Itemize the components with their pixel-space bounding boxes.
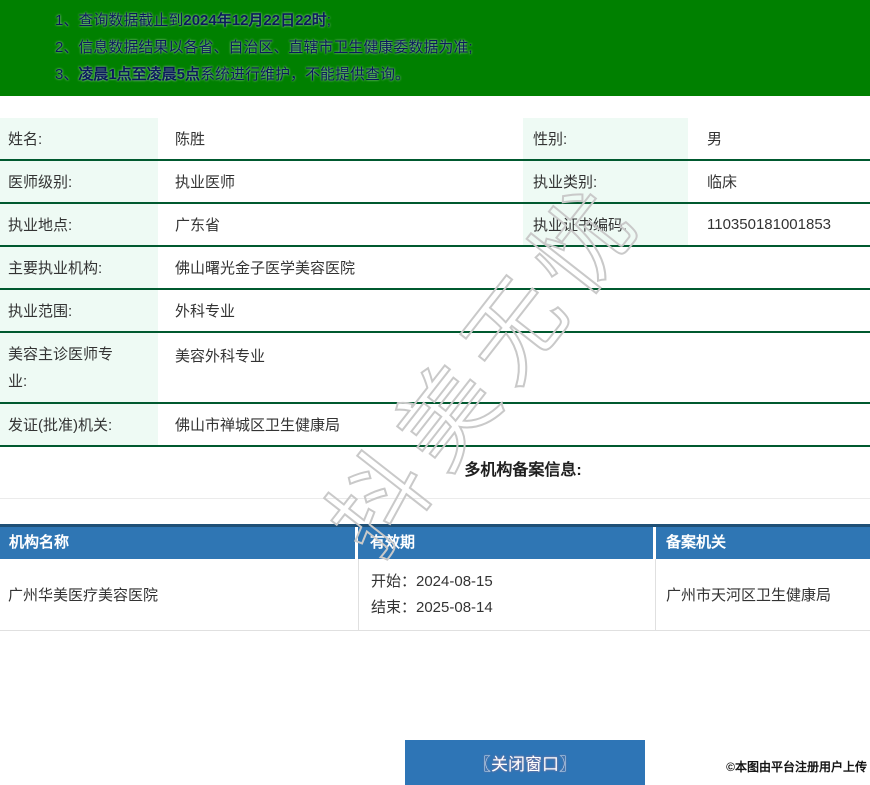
table-row: 发证(批准)机关: 佛山市禅城区卫生健康局	[0, 404, 870, 447]
doctor-info-table: 姓名: 陈胜 性别: 男 医师级别: 执业医师 执业类别: 临床 执业地点: 广…	[0, 118, 870, 447]
notice-line-1: 1、查询数据截止到2024年12月22日22时;	[55, 12, 331, 29]
divider	[0, 498, 870, 499]
notice-banner: 1、查询数据截止到2024年12月22日22时; 2、信息数据结果以各省、自治区…	[0, 0, 870, 96]
validity-end: 结束：2025-08-14	[371, 599, 493, 616]
filing-validity-period: 开始：2024-08-15 结束：2025-08-14	[358, 559, 656, 631]
field-value-practice-location: 广东省	[162, 204, 523, 245]
multi-institution-section-title: 多机构备案信息:	[464, 462, 582, 479]
field-label-main-institution: 主要执业机构:	[0, 247, 158, 288]
column-header-filing-authority: 备案机关	[656, 527, 870, 559]
field-value-gender: 男	[692, 118, 870, 159]
field-value-name: 陈胜	[162, 118, 523, 159]
field-label-name: 姓名:	[0, 118, 158, 159]
field-value-cosmetic-specialty: 美容外科专业	[162, 333, 870, 402]
filing-table-header: 机构名称 有效期 备案机关	[0, 524, 870, 559]
column-header-institution-name: 机构名称	[0, 527, 355, 559]
field-value-license-number: 110350181001853	[692, 204, 870, 245]
table-row: 主要执业机构: 佛山曙光金子医学美容医院	[0, 247, 870, 290]
field-label-cosmetic-specialty: 美容主诊医师专业:	[0, 333, 158, 402]
field-label-doctor-level: 医师级别:	[0, 161, 158, 202]
notice-line-2: 2、信息数据结果以各省、自治区、直辖市卫生健康委数据为准;	[55, 39, 473, 56]
field-label-gender: 性别:	[523, 118, 688, 159]
filing-authority: 广州市天河区卫生健康局	[656, 559, 870, 631]
field-label-issuing-authority: 发证(批准)机关:	[0, 404, 158, 445]
filing-table: 机构名称 有效期 备案机关 广州华美医疗美容医院 开始：2024-08-15 结…	[0, 524, 870, 631]
field-value-doctor-level: 执业医师	[162, 161, 523, 202]
copyright-note: ©本图由平台注册用户上传	[726, 760, 867, 774]
field-value-practice-scope: 外科专业	[162, 290, 870, 331]
table-row: 医师级别: 执业医师 执业类别: 临床	[0, 161, 870, 204]
field-label-practice-category: 执业类别:	[523, 161, 688, 202]
table-row: 姓名: 陈胜 性别: 男	[0, 118, 870, 161]
table-row: 执业地点: 广东省 执业证书编码: 110350181001853	[0, 204, 870, 247]
notice-line-3: 3、凌晨1点至凌晨5点系统进行维护，不能提供查询。	[55, 66, 411, 83]
column-header-validity-period: 有效期	[358, 527, 653, 559]
field-value-practice-category: 临床	[692, 161, 870, 202]
table-row: 广州华美医疗美容医院 开始：2024-08-15 结束：2025-08-14 广…	[0, 559, 870, 631]
field-label-practice-scope: 执业范围:	[0, 290, 158, 331]
table-row: 执业范围: 外科专业	[0, 290, 870, 333]
field-value-main-institution: 佛山曙光金子医学美容医院	[162, 247, 870, 288]
filing-institution-name: 广州华美医疗美容医院	[0, 559, 358, 631]
table-row: 美容主诊医师专业: 美容外科专业	[0, 333, 870, 404]
close-window-button[interactable]: 〖关闭窗口〗	[405, 740, 645, 785]
field-label-license-number: 执业证书编码:	[523, 204, 688, 245]
field-value-issuing-authority: 佛山市禅城区卫生健康局	[162, 404, 870, 445]
validity-start: 开始：2024-08-15	[371, 573, 493, 590]
field-label-practice-location: 执业地点:	[0, 204, 158, 245]
